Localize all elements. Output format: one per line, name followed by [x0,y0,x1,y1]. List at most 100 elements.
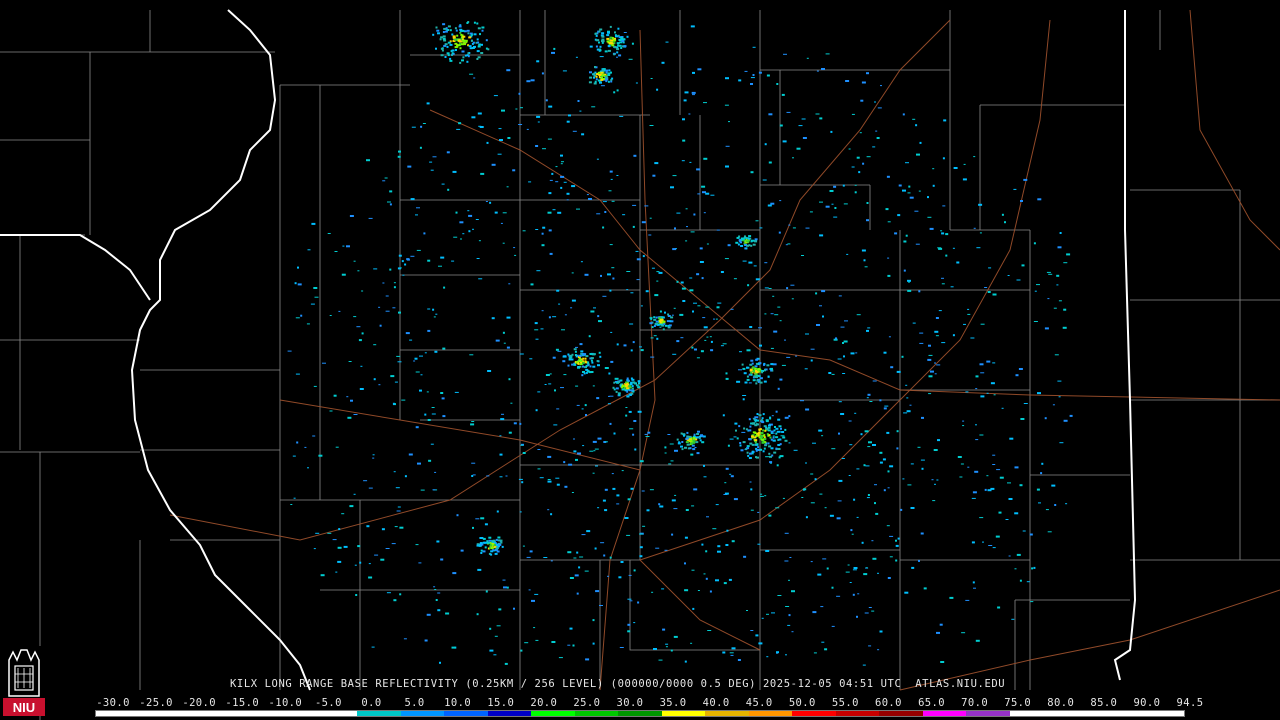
echo-pixel [712,528,717,530]
echo-pixel [863,259,866,262]
echo-pixel [809,211,813,213]
echo-pixel [866,497,870,499]
echo-pixel [798,125,803,127]
echo-pixel [933,449,938,451]
echo-pixel [768,161,772,164]
echo-pixel [727,444,730,447]
echo-pixel [432,156,437,158]
echo-pixel [634,448,637,451]
colorbar-segment [1053,711,1097,716]
echo-pixel [931,479,934,481]
colorbar-segment [226,711,271,716]
echo-pixel [307,249,311,251]
echo-pixel [953,167,958,169]
echo-pixel [800,400,804,402]
echo-pixel [1046,271,1051,273]
echo-pixel [582,365,584,368]
echo-pixel [778,438,782,441]
echo-pixel [588,335,591,338]
echo-pixel [411,126,416,128]
echo-pixel [609,170,613,173]
echo-pixel [907,192,911,194]
echo-pixel [598,41,600,44]
echo-pixel [843,340,848,343]
echo-pixel [770,313,774,315]
echo-pixel [346,396,349,398]
echo-pixel [628,58,633,60]
echo-pixel [640,349,644,352]
echo-pixel [584,570,589,572]
echo-pixel [650,317,653,320]
echo-pixel [442,415,446,418]
echo-pixel [919,342,924,344]
echo-pixel [884,405,889,407]
echo-pixel [768,288,772,289]
echo-pixel [566,199,569,201]
echo-pixel [965,599,970,601]
echo-pixel [777,448,781,450]
echo-pixel [609,289,612,292]
echo-pixel [993,394,996,396]
echo-pixel [939,623,943,626]
colorbar-label: 50.0 [788,697,816,709]
echo-pixel [579,110,582,112]
echo-pixel [845,571,850,573]
echo-pixel [792,157,794,159]
echo-pixel [767,429,771,432]
echo-pixel [664,446,667,449]
echo-pixel [621,388,625,391]
echo-pixel [296,441,299,444]
echo-pixel [656,337,659,340]
echo-pixel [589,76,593,79]
echo-pixel [519,511,522,513]
echo-pixel [650,356,655,358]
echo-pixel [372,454,375,456]
echo-pixel [446,151,450,154]
echo-pixel [642,255,645,258]
echo-pixel [831,203,834,205]
echo-pixel [748,235,752,238]
echo-pixel [488,536,492,539]
echo-pixel [433,586,436,588]
colorbar-segment [922,711,967,716]
echo-pixel [963,163,966,165]
echo-pixel [871,540,874,542]
echo-pixel [793,449,798,451]
echo-pixel [1069,414,1073,417]
echo-pixel [733,278,737,280]
echo-pixel [750,630,754,631]
echo-pixel [564,314,567,316]
echo-pixel [610,78,613,81]
echo-pixel [1062,326,1067,329]
echo-pixel [759,377,763,380]
echo-pixel [723,582,727,585]
echo-pixel [295,317,300,319]
echo-pixel [627,623,631,626]
echo-pixel [673,635,678,638]
echo-pixel [455,49,457,51]
echo-pixel [717,550,721,553]
echo-pixel [867,327,871,329]
echo-pixel [493,546,496,549]
echo-pixel [775,447,778,450]
echo-pixel [941,277,944,279]
echo-pixel [755,358,759,361]
echo-pixel [589,365,592,368]
echo-pixel [424,639,428,642]
echo-pixel [597,71,601,74]
echo-pixel [856,314,861,316]
echo-pixel [633,622,636,624]
echo-pixel [886,175,890,178]
echo-pixel [493,654,497,656]
echo-pixel [597,437,602,440]
echo-pixel [778,425,782,428]
echo-pixel [563,461,566,464]
echo-pixel [815,113,820,115]
echo-pixel [1026,581,1030,583]
echo-pixel [816,324,820,326]
echo-pixel [639,555,643,558]
echo-pixel [829,514,834,517]
echo-pixel [329,410,333,412]
echo-pixel [607,31,610,34]
echo-pixel [613,42,616,45]
